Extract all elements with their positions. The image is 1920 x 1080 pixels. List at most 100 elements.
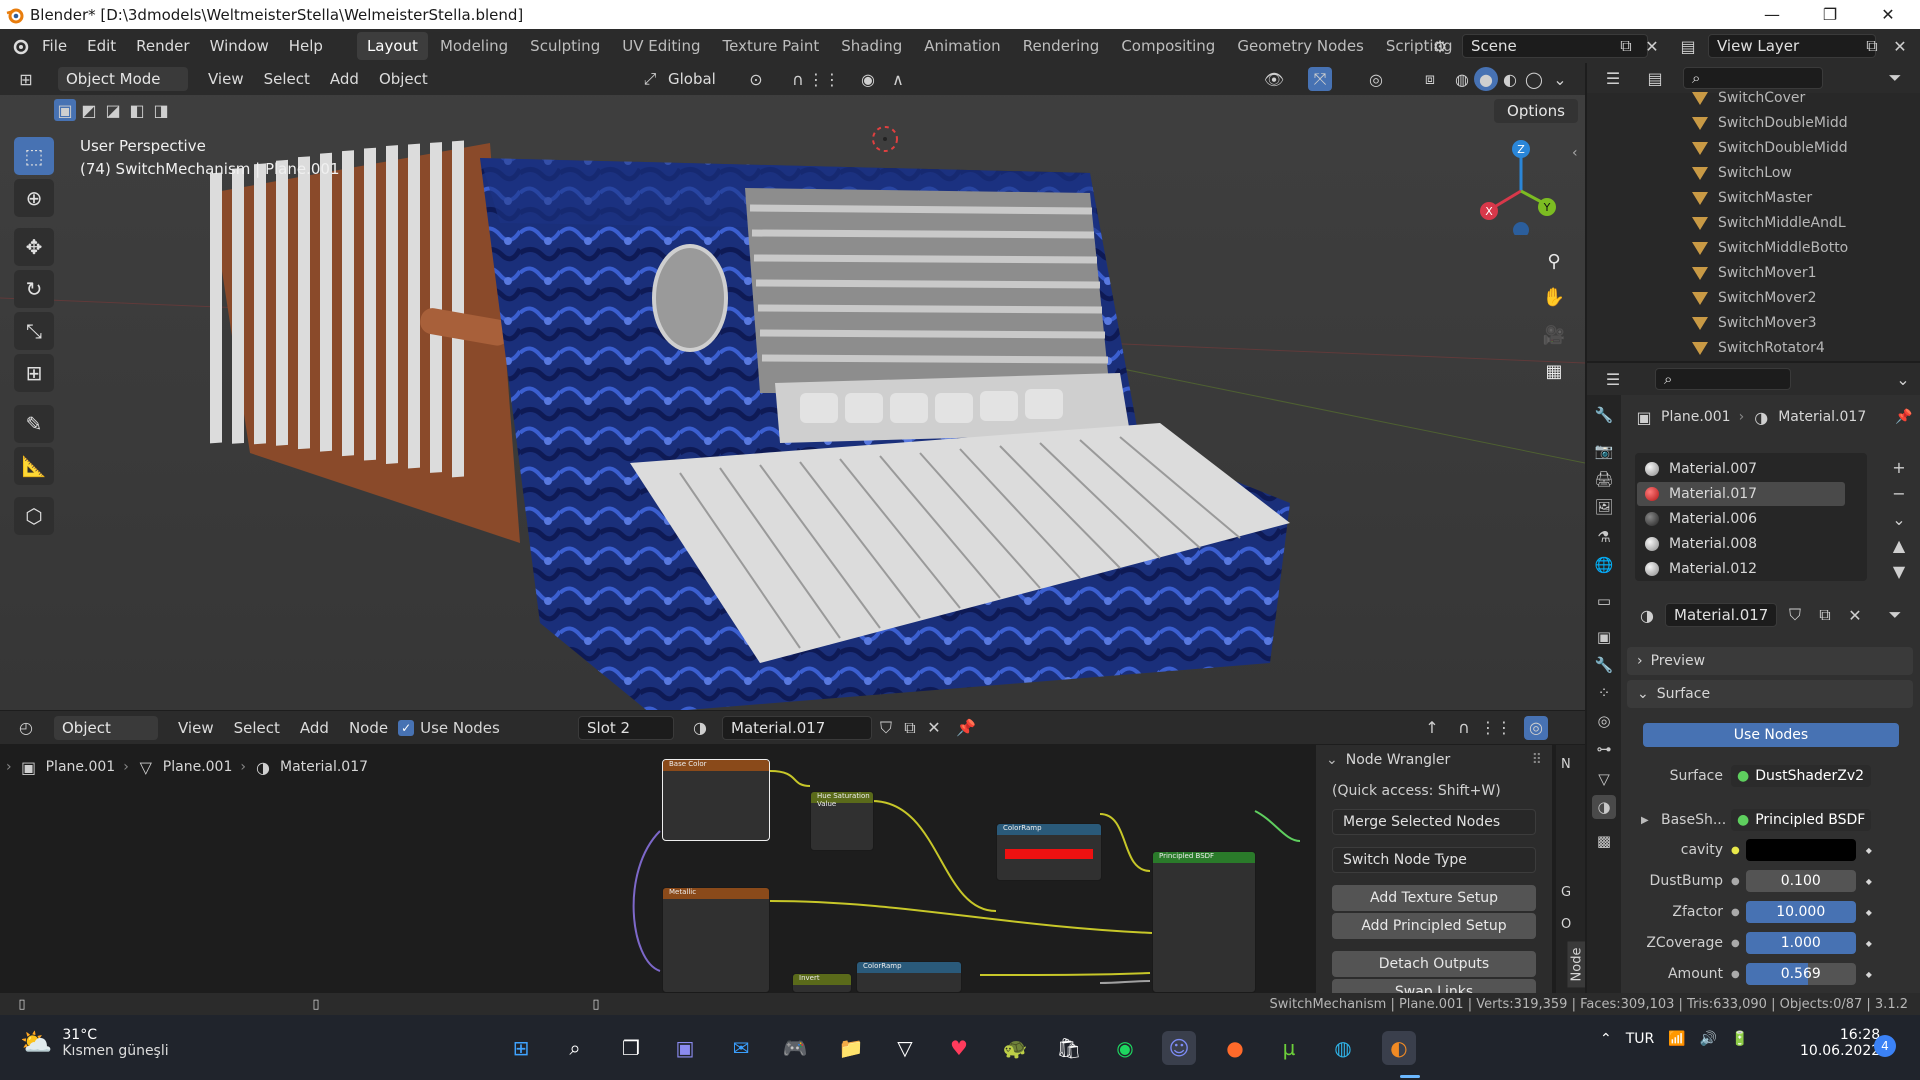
pan-view-icon[interactable]: ✋ bbox=[1538, 281, 1570, 313]
outliner-item[interactable]: SwitchRotator4 bbox=[1692, 337, 1825, 359]
transform-orientation[interactable]: Global bbox=[668, 70, 716, 88]
outliner-item[interactable]: SwitchMover1 bbox=[1692, 262, 1817, 284]
xray-icon[interactable]: ⧈ bbox=[1418, 67, 1442, 91]
maximize-button[interactable]: ❐ bbox=[1801, 0, 1859, 29]
tool-annotate[interactable]: ✎ bbox=[14, 405, 54, 443]
gizmo-toggle-icon[interactable]: ⤧ bbox=[1308, 67, 1332, 91]
keyframe-dot-icon[interactable]: ◆ bbox=[1866, 846, 1872, 855]
outliner-item[interactable]: SwitchLow bbox=[1692, 162, 1792, 184]
outliner-item[interactable]: SwitchCover bbox=[1692, 87, 1805, 109]
microsoft-store-icon[interactable]: 🛍 bbox=[1052, 1031, 1086, 1065]
tool-tab-icon[interactable]: 🔧 bbox=[1592, 403, 1616, 427]
collapse-chevron-icon[interactable]: ⌄ bbox=[1326, 752, 1338, 768]
menu-help[interactable]: Help bbox=[279, 37, 333, 55]
menu-render[interactable]: Render bbox=[126, 37, 199, 55]
colorramp-gradient[interactable] bbox=[1005, 849, 1093, 859]
move-slot-down-icon[interactable]: ▼ bbox=[1887, 559, 1911, 583]
tool-rotate[interactable]: ↻ bbox=[14, 270, 54, 308]
move-slot-up-icon[interactable]: ▲ bbox=[1887, 533, 1911, 557]
material-slot[interactable]: Material.006 bbox=[1637, 507, 1845, 531]
tool-scale[interactable]: ⤡ bbox=[14, 312, 54, 350]
select-invert-icon[interactable]: ◧ bbox=[126, 99, 148, 121]
solid-shading-icon[interactable]: ● bbox=[1474, 67, 1498, 91]
menu-edit[interactable]: Edit bbox=[77, 37, 126, 55]
render-tab-icon[interactable]: 📷 bbox=[1592, 439, 1616, 463]
add-slot-icon[interactable]: + bbox=[1887, 455, 1911, 479]
unlink-material-icon[interactable]: ✕ bbox=[1843, 603, 1867, 627]
browse-material-icon[interactable]: ◑ bbox=[1635, 603, 1659, 627]
input-language[interactable]: TUR bbox=[1626, 1031, 1655, 1047]
outliner-item[interactable]: SwitchMover2 bbox=[1692, 287, 1817, 309]
game-app-icon[interactable]: 🐢 bbox=[998, 1031, 1032, 1065]
node-invert[interactable]: Invert bbox=[792, 973, 852, 993]
outliner-item[interactable]: SwitchDoubleMidd bbox=[1692, 112, 1848, 134]
tab-shading[interactable]: Shading bbox=[831, 32, 912, 60]
link-type-icon[interactable]: ⏷ bbox=[1883, 603, 1907, 627]
utorrent-icon[interactable]: µ bbox=[1272, 1031, 1306, 1065]
amount-slider[interactable]: 0.569 bbox=[1745, 963, 1856, 985]
node-principled-bsdf[interactable]: Principled BSDF bbox=[1152, 851, 1256, 993]
surface-shader-field[interactable]: ● DustShaderZv2 bbox=[1731, 765, 1871, 787]
tab-layout[interactable]: Layout bbox=[356, 32, 428, 60]
filter-icon[interactable]: ⏷ bbox=[1883, 66, 1907, 90]
menu-file[interactable]: File bbox=[32, 37, 77, 55]
basesh-shader-field[interactable]: ● Principled BSDF bbox=[1731, 809, 1871, 831]
collection-tab-icon[interactable]: ▭ bbox=[1592, 589, 1616, 613]
node-snap-icon[interactable]: ∩ bbox=[1452, 716, 1476, 740]
keyframe-dot-icon[interactable]: ◆ bbox=[1866, 877, 1872, 886]
constraints-tab-icon[interactable]: ⊶ bbox=[1592, 737, 1616, 761]
visibility-icon[interactable]: 👁 bbox=[1262, 67, 1286, 91]
snap-target-icon[interactable]: ⋮⋮ bbox=[808, 67, 840, 91]
3d-viewport[interactable]: ⊞ Object Mode View Select Add Object ⤢ G… bbox=[0, 63, 1585, 710]
tab-animation[interactable]: Animation bbox=[914, 32, 1010, 60]
file-explorer-icon[interactable]: 📁 bbox=[834, 1031, 868, 1065]
outliner-item[interactable]: SwitchMiddleAndL bbox=[1692, 212, 1846, 234]
camera-view-icon[interactable]: 🎥 bbox=[1538, 319, 1570, 351]
edge-icon[interactable]: ◍ bbox=[1326, 1031, 1360, 1065]
tab-g[interactable]: G bbox=[1561, 885, 1571, 900]
cavity-color-swatch[interactable] bbox=[1745, 839, 1856, 861]
add-principled-setup-button[interactable]: Add Principled Setup bbox=[1332, 913, 1536, 939]
swap-links-button[interactable]: Swap Links bbox=[1332, 979, 1536, 993]
search-icon[interactable]: ⌕ bbox=[558, 1031, 592, 1065]
clock[interactable]: 16:28 10.06.2022 bbox=[1800, 1027, 1880, 1059]
tab-uv-editing[interactable]: UV Editing bbox=[612, 32, 710, 60]
material-shading-icon[interactable]: ◐ bbox=[1498, 67, 1522, 91]
minimize-button[interactable]: — bbox=[1743, 0, 1801, 29]
display-mode-icon[interactable]: ▤ bbox=[1643, 66, 1667, 90]
zcoverage-value-field[interactable]: 1.000 bbox=[1745, 932, 1856, 954]
node-colorramp[interactable]: ColorRamp bbox=[996, 823, 1102, 881]
vectorworks-icon[interactable]: ▽ bbox=[888, 1031, 922, 1065]
node-hue-saturation[interactable]: Hue Saturation Value bbox=[810, 791, 874, 851]
select-extend-icon[interactable]: ◩ bbox=[78, 99, 100, 121]
fake-user-icon[interactable]: ⛉ bbox=[1783, 603, 1807, 627]
battery-icon[interactable]: 🔋 bbox=[1731, 1031, 1748, 1047]
tab-rendering[interactable]: Rendering bbox=[1013, 32, 1110, 60]
material-datablock-name[interactable]: Material.017 bbox=[1665, 603, 1777, 627]
keyframe-dot-icon[interactable]: ◆ bbox=[1866, 970, 1872, 979]
surface-panel-header[interactable]: ⌄ Surface bbox=[1627, 680, 1913, 708]
tab-geometry-nodes[interactable]: Geometry Nodes bbox=[1227, 32, 1374, 60]
blender-menu-icon[interactable] bbox=[8, 34, 32, 58]
view-layer-selector[interactable]: View Layer bbox=[1708, 34, 1876, 58]
parent-node-tree-icon[interactable]: ↑ bbox=[1420, 716, 1444, 740]
tab-compositing[interactable]: Compositing bbox=[1111, 32, 1225, 60]
preview-panel-header[interactable]: › Preview bbox=[1627, 647, 1913, 675]
remove-scene-icon[interactable]: ✕ bbox=[1640, 34, 1664, 58]
detach-outputs-button[interactable]: Detach Outputs bbox=[1332, 951, 1536, 977]
particles-tab-icon[interactable]: ⁘ bbox=[1592, 681, 1616, 705]
editor-type-icon[interactable]: ⊞ bbox=[14, 67, 38, 91]
output-tab-icon[interactable]: 🖨 bbox=[1592, 467, 1616, 491]
node-base-color[interactable]: Base Color bbox=[662, 759, 770, 841]
duplicate-material-icon[interactable]: ⧉ bbox=[1813, 603, 1837, 627]
weather-widget[interactable]: ⛅ 31°C Kısmen güneşli bbox=[20, 1027, 169, 1059]
task-view-icon[interactable]: ❐ bbox=[614, 1031, 648, 1065]
dustbump-value-field[interactable]: 0.100 bbox=[1745, 870, 1856, 892]
outliner-item[interactable]: SwitchMaster bbox=[1692, 187, 1812, 209]
properties-search-input[interactable]: ⌕ bbox=[1655, 368, 1791, 390]
viewport-menu-view[interactable]: View bbox=[198, 70, 254, 88]
ortho-toggle-icon[interactable]: ▦ bbox=[1538, 355, 1570, 387]
gamepad-icon[interactable]: 🎮 bbox=[778, 1031, 812, 1065]
sidebar-toggle-icon[interactable]: ‹ bbox=[1572, 145, 1578, 161]
select-subtract-icon[interactable]: ◪ bbox=[102, 99, 124, 121]
